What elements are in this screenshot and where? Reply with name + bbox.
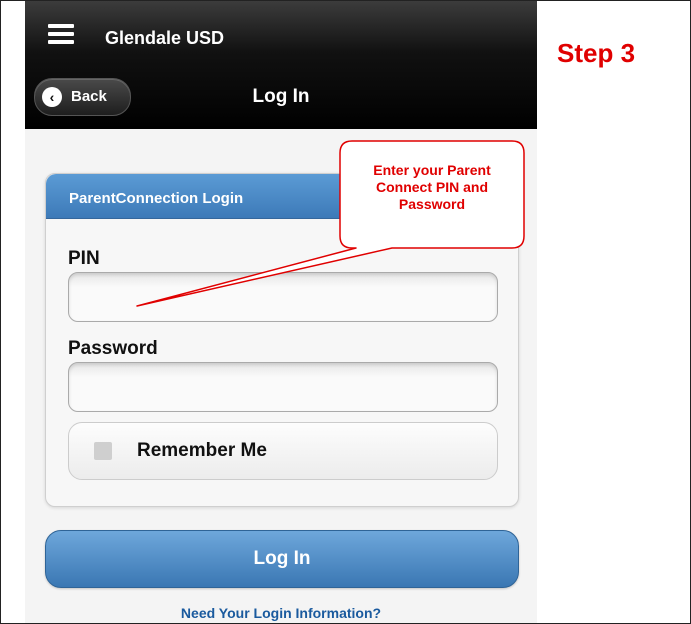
app-header: Glendale USD ‹ Back Log In [25, 1, 537, 129]
remember-me-checkbox[interactable] [94, 442, 112, 460]
login-help-link[interactable]: Need Your Login Information? [25, 605, 537, 621]
callout-line: Connect PIN and [375, 179, 488, 195]
callout-line: Password [398, 196, 466, 212]
remember-me-label: Remember Me [137, 440, 267, 461]
password-input[interactable] [68, 362, 498, 412]
pin-label: PIN [68, 248, 100, 269]
callout-line: Enter your Parent [373, 162, 491, 178]
login-card-title: ParentConnection Login [69, 190, 244, 207]
callout-text: Enter your Parent Connect PIN and Passwo… [346, 162, 518, 213]
login-button[interactable]: Log In [45, 530, 519, 588]
app-title: Glendale USD [105, 28, 225, 48]
page-title: Log In [252, 86, 310, 107]
login-button-label: Log In [253, 548, 311, 569]
hamburger-menu-icon[interactable] [48, 24, 74, 44]
login-card: ParentConnection Login PIN Password Reme… [45, 173, 519, 507]
step-label: Step 3 [557, 38, 636, 68]
pin-input[interactable] [68, 272, 498, 322]
remember-me-toggle[interactable]: Remember Me [68, 422, 498, 480]
phone-screen: Glendale USD ‹ Back Log In ParentConnect… [25, 1, 537, 623]
password-label: Password [68, 338, 158, 359]
